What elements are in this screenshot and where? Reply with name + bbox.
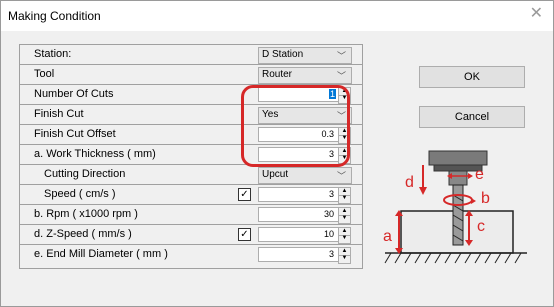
- illustration-label-a: a: [383, 228, 392, 245]
- row-station: Station: D Station ﹀: [20, 45, 362, 65]
- finish-cut-offset-label: Finish Cut Offset: [34, 128, 116, 140]
- spin-buttons: ▲ ▼: [338, 207, 351, 224]
- rpm-spinner[interactable]: 30 ▲ ▼: [258, 207, 351, 224]
- end-mill-diameter-spinner[interactable]: 3 ▲ ▼: [258, 247, 351, 264]
- station-dropdown[interactable]: D Station ﹀: [258, 47, 352, 64]
- row-rpm: b. Rpm ( x1000 rpm ) 30 ▲ ▼: [20, 205, 362, 225]
- number-of-cuts-label: Number Of Cuts: [34, 88, 114, 100]
- z-speed-value: 10: [323, 229, 334, 239]
- ok-button[interactable]: OK: [419, 66, 525, 88]
- cutting-direction-value: Upcut: [262, 169, 289, 180]
- row-cutting-direction: Cutting Direction Upcut ﹀: [20, 165, 362, 185]
- end-mill-diameter-input[interactable]: 3: [258, 247, 339, 262]
- spin-down-icon[interactable]: ▼: [339, 235, 350, 242]
- title-bar: Making Condition ✕: [1, 1, 553, 31]
- cutting-direction-dropdown[interactable]: Upcut ﹀: [258, 167, 352, 184]
- illustration-label-c: c: [477, 218, 485, 235]
- chevron-down-icon: ﹀: [336, 51, 346, 61]
- tool-dropdown[interactable]: Router ﹀: [258, 67, 352, 84]
- speed-label: Speed ( cm/s ): [44, 188, 116, 200]
- row-tool: Tool Router ﹀: [20, 65, 362, 85]
- rpm-value: 30: [323, 209, 334, 219]
- z-speed-checkbox[interactable]: ✓: [238, 228, 251, 241]
- illustration-label-e: e: [475, 166, 484, 183]
- speed-input[interactable]: 3: [258, 187, 339, 202]
- chevron-down-icon: ﹀: [336, 171, 346, 181]
- spin-buttons: ▲ ▼: [338, 187, 351, 204]
- z-speed-label: d. Z-Speed ( mm/s ): [34, 228, 132, 240]
- end-mill-diameter-value: 3: [328, 249, 334, 259]
- end-mill-illustration: d e b c a: [383, 150, 527, 264]
- highlight-annotation: [241, 85, 350, 167]
- spin-buttons: ▲ ▼: [338, 247, 351, 264]
- rpm-label: b. Rpm ( x1000 rpm ): [34, 208, 138, 220]
- row-end-mill-diameter: e. End Mill Diameter ( mm ) 3 ▲ ▼: [20, 245, 362, 264]
- row-speed: Speed ( cm/s ) ✓ 3 ▲ ▼: [20, 185, 362, 205]
- spin-down-icon[interactable]: ▼: [339, 255, 350, 262]
- row-z-speed: d. Z-Speed ( mm/s ) ✓ 10 ▲ ▼: [20, 225, 362, 245]
- z-speed-input[interactable]: 10: [258, 227, 339, 242]
- station-label: Station:: [34, 48, 72, 60]
- finish-cut-label: Finish Cut: [34, 108, 84, 120]
- chevron-down-icon: ﹀: [336, 71, 346, 81]
- station-value: D Station: [262, 49, 304, 60]
- spin-down-icon[interactable]: ▼: [339, 195, 350, 202]
- z-speed-spinner[interactable]: 10 ▲ ▼: [258, 227, 351, 244]
- tool-value: Router: [262, 69, 293, 80]
- illustration-label-d: d: [405, 174, 414, 191]
- spin-down-icon[interactable]: ▼: [339, 215, 350, 222]
- close-icon[interactable]: ✕: [530, 6, 543, 22]
- speed-checkbox[interactable]: ✓: [238, 188, 251, 201]
- work-thickness-label: a. Work Thickness ( mm): [34, 148, 156, 160]
- window-title: Making Condition: [8, 9, 101, 23]
- making-condition-dialog: Making Condition ✕ Station: D Station ﹀ …: [0, 0, 554, 307]
- cutting-direction-label: Cutting Direction: [44, 168, 126, 180]
- rpm-input[interactable]: 30: [258, 207, 339, 222]
- speed-value: 3: [328, 189, 334, 199]
- checkmark-icon: ✓: [240, 229, 249, 240]
- cancel-button[interactable]: Cancel: [419, 106, 525, 128]
- tool-label: Tool: [34, 68, 55, 80]
- checkmark-icon: ✓: [240, 189, 249, 200]
- spin-buttons: ▲ ▼: [338, 227, 351, 244]
- end-mill-diameter-label: e. End Mill Diameter ( mm ): [34, 248, 168, 260]
- illustration-label-b: b: [481, 190, 490, 207]
- speed-spinner[interactable]: 3 ▲ ▼: [258, 187, 351, 204]
